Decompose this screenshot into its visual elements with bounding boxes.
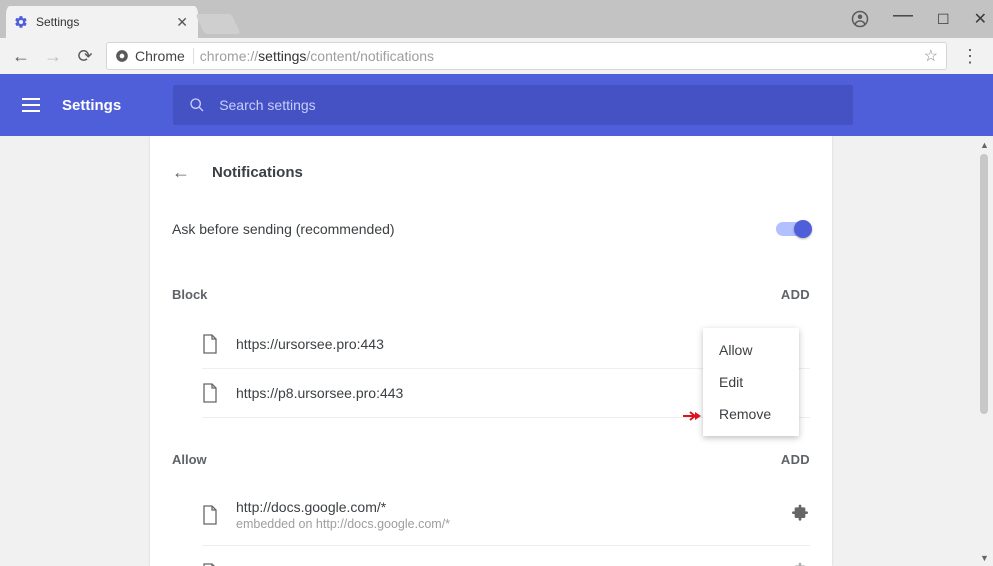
bookmark-star-icon[interactable]: ☆ <box>924 46 938 66</box>
url-text: chrome:// settings /content/notification… <box>200 48 434 64</box>
new-tab-button[interactable] <box>195 14 240 34</box>
forward-button: → <box>42 46 64 67</box>
scroll-thumb[interactable] <box>980 154 988 414</box>
menu-item-edit[interactable]: Edit <box>703 366 799 398</box>
vertical-scrollbar[interactable]: ▲ ▼ <box>976 136 993 566</box>
scroll-up-arrow-icon[interactable]: ▲ <box>976 136 993 153</box>
browser-menu-button[interactable]: ⋮ <box>957 46 983 67</box>
back-button[interactable]: ← <box>10 46 32 67</box>
settings-panel: ← Notifications Ask before sending (reco… <box>150 136 832 566</box>
chip-label: Chrome <box>135 48 185 64</box>
allow-add-button[interactable]: ADD <box>781 452 810 467</box>
reload-button[interactable]: ⟳ <box>74 46 96 67</box>
block-section-header: Block ADD <box>172 287 810 302</box>
allow-heading: Allow <box>172 452 207 467</box>
allow-site-row[interactable]: http://docs.google.com/* embedded on htt… <box>202 485 810 546</box>
panel-title: Notifications <box>212 164 303 181</box>
browser-tab[interactable]: Settings ✕ <box>6 6 198 38</box>
annotation-arrow-icon <box>683 409 701 421</box>
site-sublabel: embedded on http://docs.google.com/* <box>236 517 450 531</box>
menu-item-remove[interactable]: Remove <box>703 398 799 430</box>
ask-before-sending-toggle[interactable] <box>776 222 810 236</box>
extension-icon <box>790 560 810 566</box>
allow-section-header: Allow ADD <box>172 452 810 467</box>
profile-icon[interactable] <box>851 10 869 28</box>
site-url: https://p8.ursorsee.pro:443 <box>236 385 403 401</box>
maximize-button[interactable]: ☐ <box>937 11 950 28</box>
gear-icon <box>14 15 28 29</box>
address-bar[interactable]: Chrome chrome:// settings /content/notif… <box>106 42 947 70</box>
page-icon <box>202 334 218 354</box>
settings-title: Settings <box>62 97 121 114</box>
window-controls: — ☐ ✕ <box>851 0 987 38</box>
ask-before-sending-row[interactable]: Ask before sending (recommended) <box>172 221 810 237</box>
tab-title: Settings <box>36 15 79 29</box>
search-box[interactable] <box>173 85 853 125</box>
menu-item-allow[interactable]: Allow <box>703 334 799 366</box>
tab-close-button[interactable]: ✕ <box>174 14 190 31</box>
page-icon <box>202 383 218 403</box>
block-heading: Block <box>172 287 207 302</box>
window-titlebar: Settings ✕ — ☐ ✕ <box>0 0 993 38</box>
site-identity-chip[interactable]: Chrome <box>115 48 194 64</box>
search-input[interactable] <box>219 97 837 113</box>
settings-header: Settings <box>0 74 993 136</box>
search-icon <box>189 97 205 113</box>
site-url: https://ursorsee.pro:443 <box>236 336 384 352</box>
page-icon <box>202 505 218 525</box>
hamburger-menu-button[interactable] <box>22 98 40 112</box>
allow-site-row[interactable]: http://drive.google.com/* <box>202 546 810 566</box>
toolbar: ← → ⟳ Chrome chrome:// settings /content… <box>0 38 993 74</box>
content-viewport: ← Notifications Ask before sending (reco… <box>0 136 993 566</box>
extension-icon <box>790 502 810 528</box>
chrome-icon <box>115 49 129 63</box>
site-context-menu: Allow Edit Remove <box>703 328 799 436</box>
panel-back-button[interactable]: ← <box>172 162 190 183</box>
site-url: http://docs.google.com/* <box>236 499 450 515</box>
ask-before-sending-label: Ask before sending (recommended) <box>172 221 395 237</box>
scroll-down-arrow-icon[interactable]: ▼ <box>976 549 993 566</box>
minimize-button[interactable]: — <box>893 4 913 27</box>
block-add-button[interactable]: ADD <box>781 287 810 302</box>
close-window-button[interactable]: ✕ <box>974 9 987 29</box>
